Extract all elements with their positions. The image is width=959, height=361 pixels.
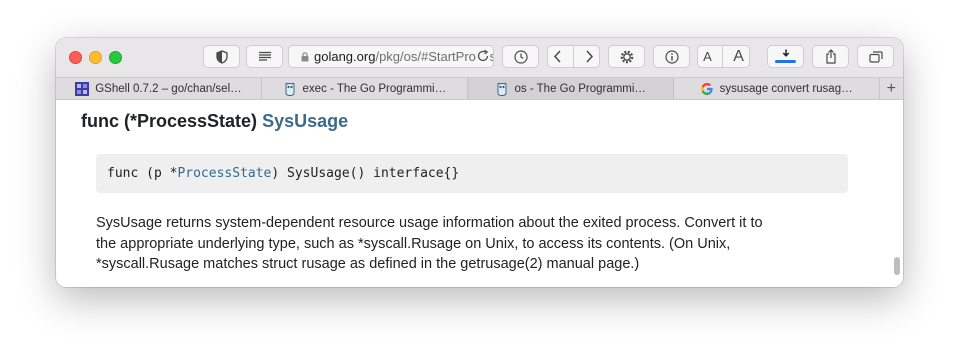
google-favicon-icon: [700, 82, 714, 96]
tab-title: GShell 0.7.2 – go/chan/sel…: [95, 82, 242, 95]
description-paragraph: SysUsage returns system-dependent resour…: [96, 213, 866, 275]
download-arrow-icon: [782, 49, 789, 57]
gear-icon: [620, 50, 633, 63]
sysusage-anchor-link[interactable]: SysUsage: [262, 111, 348, 131]
tab-google-search[interactable]: sysusage convert rusag…: [674, 78, 880, 99]
close-window-button[interactable]: [69, 51, 82, 64]
tab-bar: GShell 0.7.2 – go/chan/sel… exec - The G…: [56, 77, 903, 100]
new-tab-button[interactable]: +: [880, 78, 903, 99]
info-icon: [664, 49, 679, 64]
page-content: func (*ProcessState) SysUsage func (p * P…: [56, 100, 903, 287]
description-line: *syscall.Rusage matches struct rusage as…: [96, 256, 640, 272]
minimize-window-button[interactable]: [89, 51, 102, 64]
browser-window: golang.org/pkg/os/#StartProces A A GShel…: [56, 38, 903, 287]
reader-lines-icon: [258, 51, 271, 61]
tab-title: sysusage convert rusag…: [719, 82, 853, 95]
back-forward-group: [547, 45, 600, 68]
processstate-type-link[interactable]: ProcessState: [177, 166, 271, 181]
tab-overview-button[interactable]: [857, 45, 894, 68]
font-smaller-button[interactable]: A: [703, 49, 712, 64]
tab-title: exec - The Go Programmi…: [302, 82, 447, 95]
forward-arrow-icon[interactable]: [584, 50, 594, 63]
tab-os-active[interactable]: os - The Go Programmi…: [467, 78, 674, 99]
reload-icon[interactable]: [476, 49, 490, 63]
share-icon: [825, 49, 836, 64]
back-arrow-icon[interactable]: [553, 50, 563, 63]
address-bar[interactable]: golang.org/pkg/os/#StartProces: [288, 45, 494, 68]
lock-icon: [301, 51, 309, 62]
privacy-shield-button[interactable]: [203, 45, 240, 68]
gopher-favicon-icon: [283, 82, 297, 96]
settings-button[interactable]: [608, 45, 645, 68]
url-host: golang.org: [314, 49, 376, 64]
description-line: the appropriate underlying type, such as…: [96, 235, 731, 252]
vertical-scrollbar-thumb[interactable]: [894, 257, 900, 275]
clock-icon: [513, 49, 528, 64]
heading-prefix: func (*ProcessState): [81, 111, 263, 131]
description-line: SysUsage returns system-dependent resour…: [96, 215, 763, 231]
info-button[interactable]: [653, 45, 690, 68]
toolbar: golang.org/pkg/os/#StartProces A A: [56, 38, 903, 77]
shield-icon: [215, 49, 228, 64]
code-suffix: ) SysUsage() interface{}: [271, 166, 460, 181]
font-larger-button[interactable]: A: [733, 48, 744, 66]
download-progress-bar: [775, 60, 796, 63]
font-size-group: A A: [697, 45, 750, 68]
func-heading: func (*ProcessState) SysUsage: [81, 111, 348, 132]
zoom-window-button[interactable]: [109, 51, 122, 64]
code-signature: func (p * ProcessState) SysUsage() interf…: [96, 154, 848, 193]
gopher-favicon-icon: [495, 82, 509, 96]
share-button[interactable]: [812, 45, 849, 68]
tab-gshell[interactable]: GShell 0.7.2 – go/chan/sel…: [56, 78, 262, 99]
reader-mode-button[interactable]: [246, 45, 283, 68]
history-button[interactable]: [502, 45, 539, 68]
code-prefix: func (p *: [107, 166, 178, 181]
gshell-favicon-icon: [75, 81, 90, 96]
tab-overview-icon: [868, 50, 883, 63]
downloads-button[interactable]: [767, 45, 804, 68]
tab-title: os - The Go Programmi…: [514, 82, 646, 95]
tab-exec[interactable]: exec - The Go Programmi…: [262, 78, 468, 99]
